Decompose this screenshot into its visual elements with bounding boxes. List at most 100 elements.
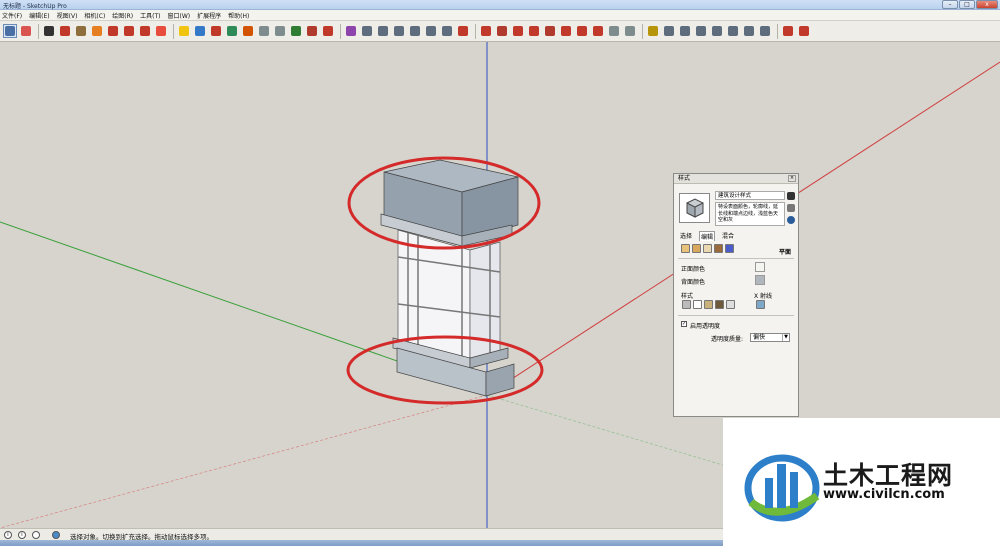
location-icon[interactable] <box>52 531 60 539</box>
front-view-icon[interactable] <box>694 24 708 38</box>
transparency-quality-label: 透明度质量: <box>711 336 744 343</box>
sandbox-icon[interactable] <box>344 24 358 38</box>
modeling-settings-icon[interactable] <box>725 244 734 253</box>
watermark-settings-icon[interactable] <box>714 244 723 253</box>
walk-icon[interactable] <box>607 24 621 38</box>
push-pull-icon-glyph <box>92 26 102 36</box>
xray-icon[interactable] <box>758 24 772 38</box>
menu-edit[interactable]: 编辑(E) <box>29 11 49 20</box>
rotate-icon[interactable] <box>122 24 136 38</box>
section-icon[interactable] <box>591 24 605 38</box>
shaded-icon[interactable] <box>704 300 713 309</box>
paint-bucket-icon[interactable] <box>209 24 223 38</box>
face-settings-icon[interactable] <box>692 244 701 253</box>
menu-draw[interactable]: 绘图(R) <box>112 11 133 20</box>
left-view-icon[interactable] <box>742 24 756 38</box>
solid-trim-icon[interactable] <box>392 24 406 38</box>
line-icon[interactable] <box>479 24 493 38</box>
polygon-icon[interactable] <box>527 24 541 38</box>
pan-icon[interactable] <box>241 24 255 38</box>
back-color-swatch[interactable] <box>755 275 765 285</box>
zoom-extents-icon-glyph <box>275 26 285 36</box>
help-icon[interactable]: i <box>18 531 26 539</box>
dimension-icon[interactable] <box>543 24 557 38</box>
zoom-icon[interactable] <box>257 24 271 38</box>
transparency-quality-select[interactable]: 偏快 ▼ <box>750 333 790 342</box>
menu-extensions[interactable]: 扩展程序 <box>197 11 221 20</box>
style-thumbnail[interactable] <box>679 193 710 223</box>
freehand-icon[interactable] <box>495 24 509 38</box>
enable-transparency-checkbox[interactable]: ✓ <box>681 321 687 327</box>
pencil-icon-glyph <box>44 26 54 36</box>
protractor-icon[interactable] <box>559 24 573 38</box>
axes-icon[interactable] <box>575 24 589 38</box>
ruby-icon[interactable] <box>797 24 811 38</box>
solid-intersect-icon[interactable] <box>408 24 422 38</box>
warehouse-icon[interactable] <box>289 24 303 38</box>
close-button[interactable]: x <box>976 0 998 9</box>
offset-icon[interactable] <box>154 24 168 38</box>
scale-icon[interactable] <box>138 24 152 38</box>
freehand-icon-glyph <box>497 26 507 36</box>
arc-icon[interactable] <box>58 24 72 38</box>
menu-file[interactable]: 文件(F) <box>2 11 22 20</box>
menu-help[interactable]: 帮助(H) <box>228 11 249 20</box>
tab-select[interactable]: 选择 <box>679 231 693 241</box>
edge-settings-icon[interactable] <box>681 244 690 253</box>
pencil-icon[interactable] <box>42 24 56 38</box>
move-icon[interactable] <box>106 24 120 38</box>
style-name-field[interactable]: 建筑设计样式 <box>715 191 785 200</box>
shaded-textures-icon[interactable] <box>715 300 724 309</box>
right-view-icon[interactable] <box>710 24 724 38</box>
top-view-icon[interactable] <box>678 24 692 38</box>
xray-label: X 射线 <box>754 293 773 300</box>
user-icon[interactable] <box>32 531 40 539</box>
components-icon[interactable] <box>305 24 319 38</box>
info-icon[interactable]: i <box>4 531 12 539</box>
select-icon[interactable] <box>3 24 17 38</box>
iso-view-icon[interactable] <box>662 24 676 38</box>
style-description-field[interactable]: 特设表面颜色，轮廓线，延长线和端点边线，浅蓝色天空和灰 <box>715 202 785 226</box>
follow-me-icon[interactable] <box>456 24 470 38</box>
styles-panel-title-text: 样式 <box>678 175 691 182</box>
styles-panel-close-button[interactable]: × <box>788 175 796 182</box>
right-view-icon-glyph <box>712 26 722 36</box>
menu-tools[interactable]: 工具(T) <box>140 11 160 20</box>
styles-icon[interactable] <box>321 24 335 38</box>
maximize-button[interactable]: □ <box>959 0 975 9</box>
window-model[interactable] <box>380 159 519 397</box>
minimize-button[interactable]: – <box>942 0 958 9</box>
green-axis <box>0 221 421 370</box>
toolbar-separator <box>777 23 778 39</box>
background-settings-icon[interactable] <box>703 244 712 253</box>
menu-camera[interactable]: 相机(C) <box>84 11 105 20</box>
tab-mix[interactable]: 混合 <box>721 231 735 241</box>
front-color-swatch[interactable] <box>755 262 765 272</box>
push-pull-icon[interactable] <box>90 24 104 38</box>
split-icon[interactable] <box>440 24 454 38</box>
text-icon[interactable] <box>193 24 207 38</box>
tape-measure-icon[interactable] <box>177 24 191 38</box>
menu-view[interactable]: 视图(V) <box>57 11 78 20</box>
menu-window[interactable]: 窗口(W) <box>168 11 191 20</box>
shell-icon[interactable] <box>424 24 438 38</box>
lock-icon[interactable] <box>787 192 795 200</box>
position-camera-icon[interactable] <box>646 24 660 38</box>
zoom-extents-icon[interactable] <box>273 24 287 38</box>
wireframe-icon[interactable] <box>682 300 691 309</box>
hidden-line-icon[interactable] <box>693 300 702 309</box>
tab-edit[interactable]: 编辑 <box>699 231 716 241</box>
solid-union-icon[interactable] <box>360 24 374 38</box>
rectangle-icon[interactable] <box>74 24 88 38</box>
paint-icon[interactable] <box>787 204 795 212</box>
eraser-icon[interactable] <box>19 24 33 38</box>
monochrome-icon[interactable] <box>726 300 735 309</box>
xray-icon[interactable] <box>756 300 765 309</box>
shaded-icon[interactable] <box>781 24 795 38</box>
back-view-icon[interactable] <box>726 24 740 38</box>
orbit-icon[interactable] <box>225 24 239 38</box>
refresh-icon[interactable] <box>787 216 795 224</box>
look-around-icon[interactable] <box>623 24 637 38</box>
circle-icon[interactable] <box>511 24 525 38</box>
solid-subtract-icon[interactable] <box>376 24 390 38</box>
